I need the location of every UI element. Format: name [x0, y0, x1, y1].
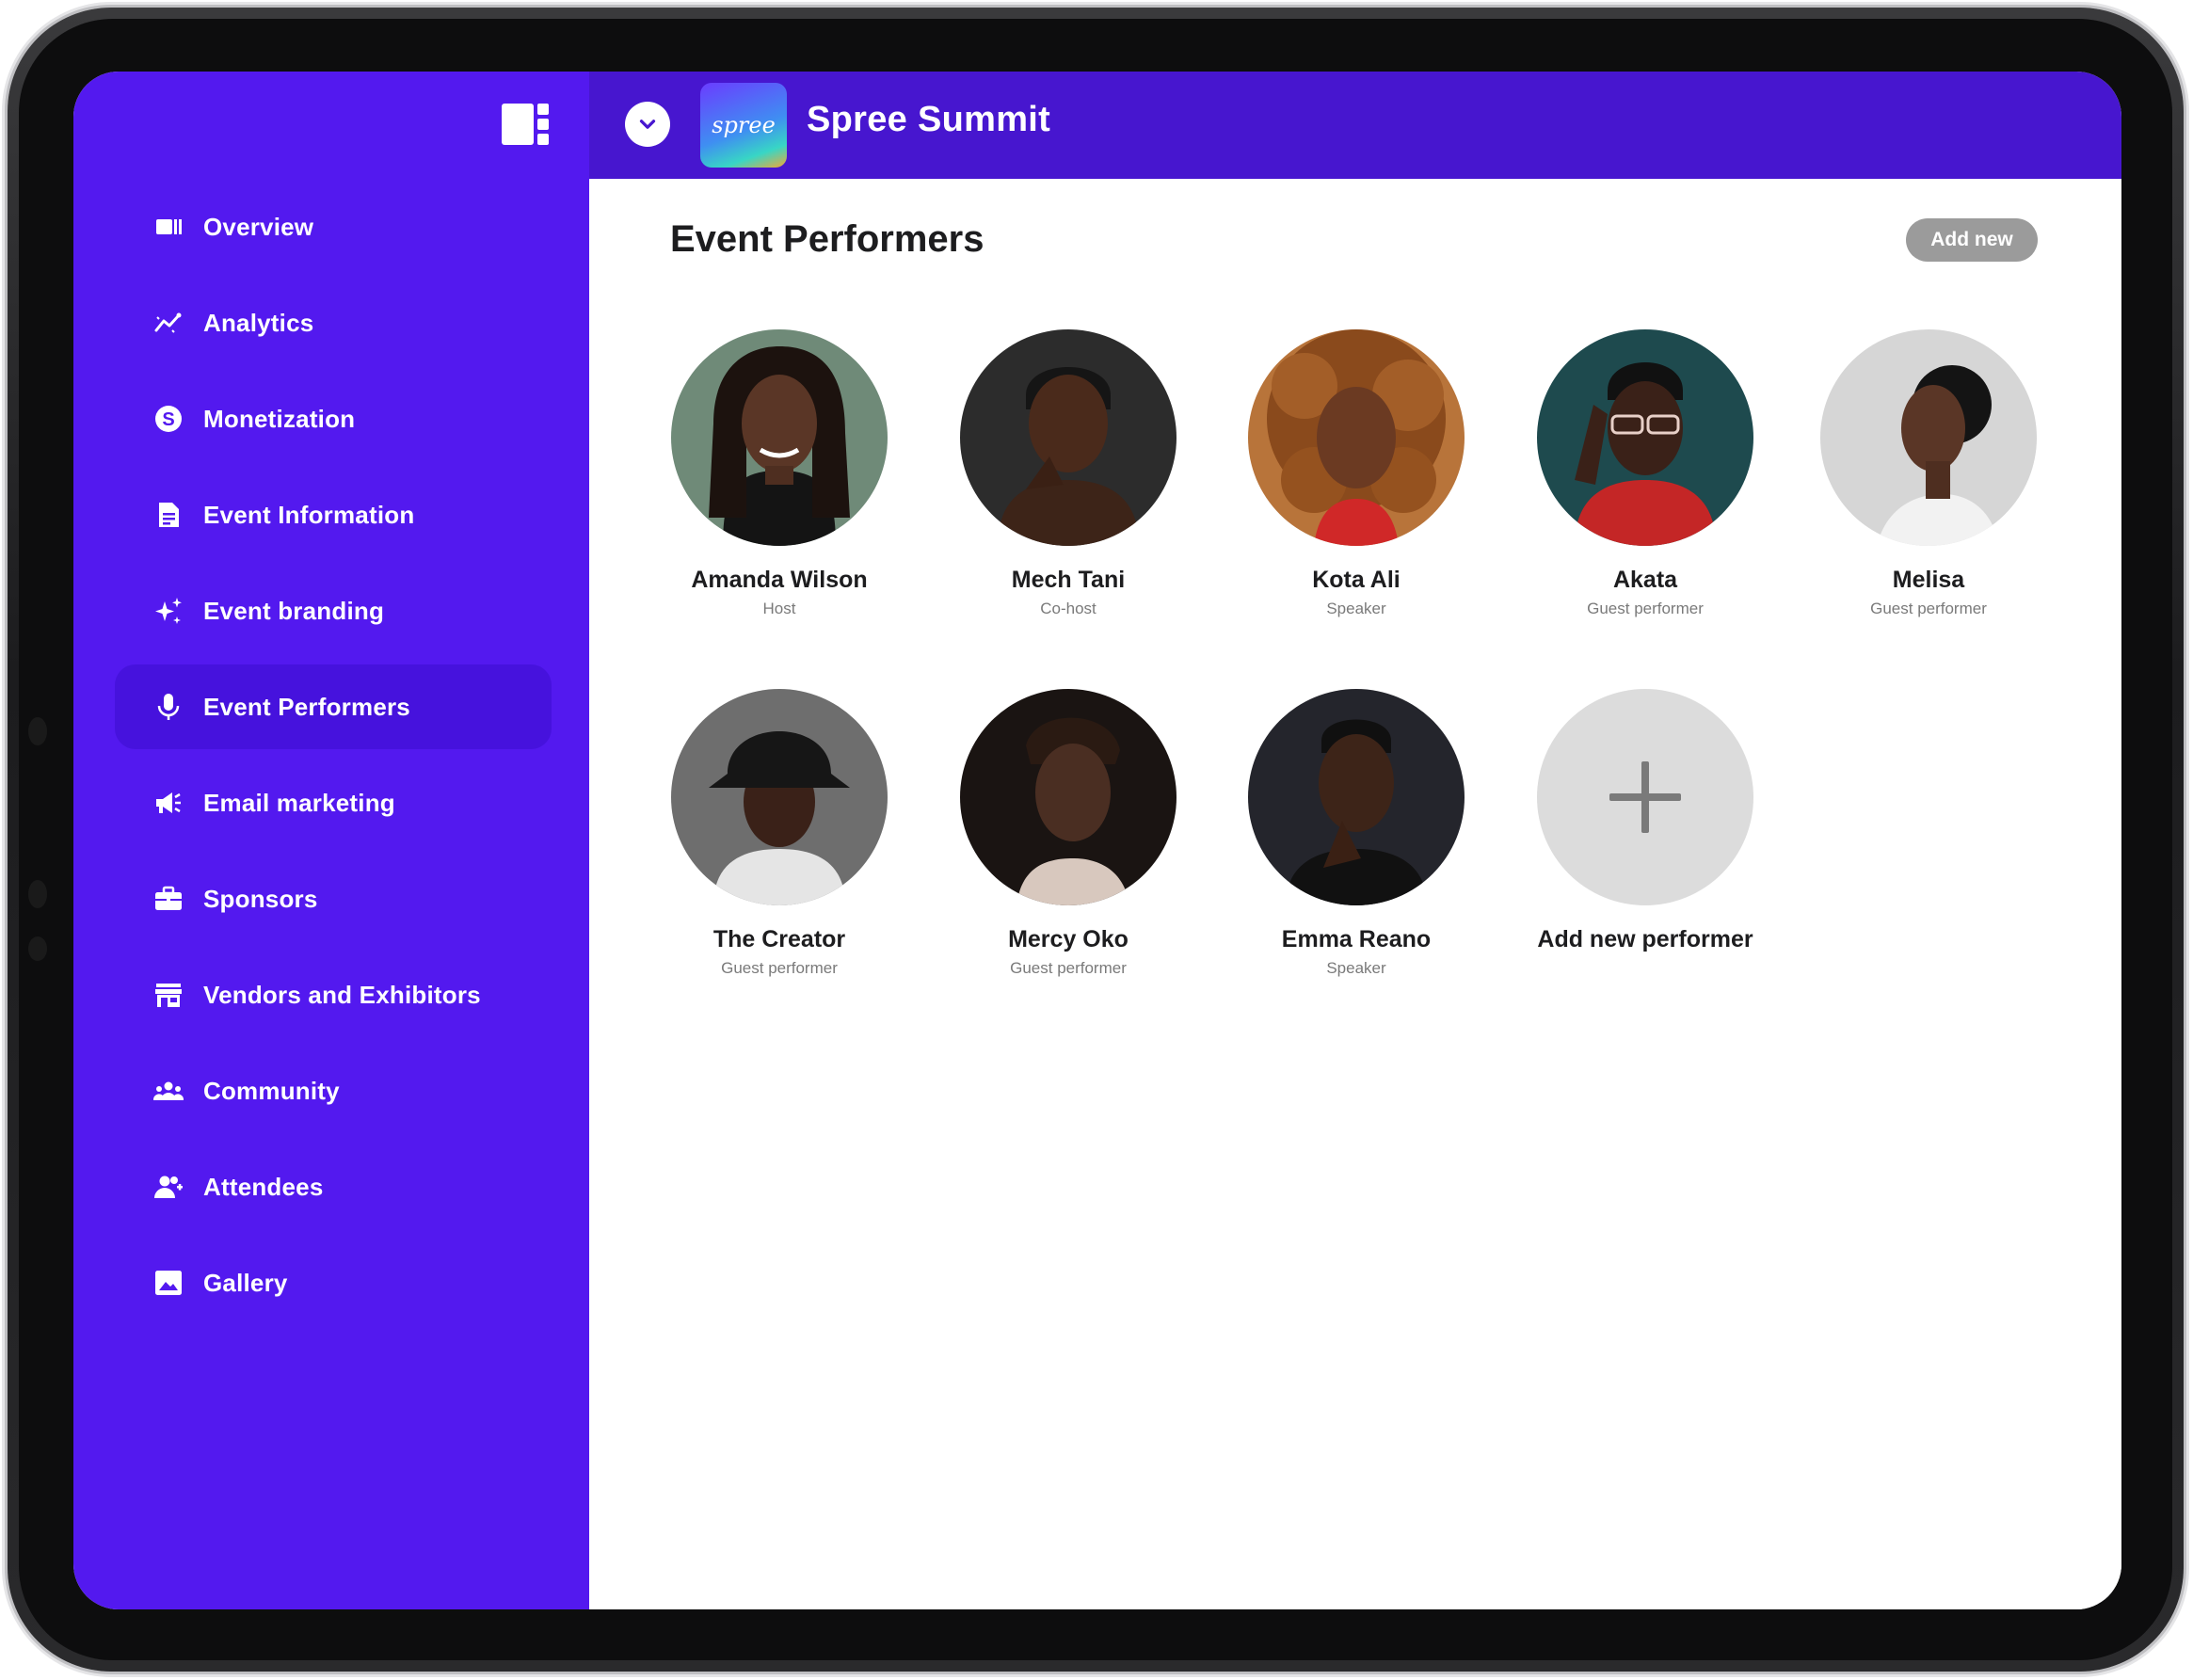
- performer-name: The Creator: [712, 926, 846, 952]
- app-logo[interactable]: spree: [700, 83, 787, 168]
- device-side-button: [28, 717, 47, 745]
- device-side-button: [28, 936, 47, 961]
- sidebar-item-event-performers[interactable]: Event Performers: [115, 664, 552, 749]
- sidebar-item-label: Vendors and Exhibitors: [203, 980, 481, 1009]
- main-content: Event Performers Add new Amanda Wilson H…: [589, 179, 2121, 1609]
- megaphone-icon: [152, 787, 184, 819]
- store-icon: [152, 979, 184, 1011]
- sidebar-item-label: Sponsors: [203, 884, 318, 913]
- performer-name: Akata: [1612, 567, 1678, 593]
- performer-card[interactable]: Akata Guest performer: [1532, 329, 1758, 618]
- dollar-icon: S: [152, 403, 184, 435]
- performer-name: Kota Ali: [1312, 567, 1401, 593]
- avatar: [1820, 329, 2037, 546]
- sidebar-item-label: Community: [203, 1076, 340, 1105]
- microphone-icon: [152, 691, 184, 723]
- add-new-button[interactable]: Add new: [1906, 218, 2038, 262]
- top-bar: spree Spree Summit: [589, 72, 2121, 179]
- sidebar: Overview Analytics S Monetization Event …: [73, 72, 589, 1609]
- avatar: [1537, 329, 1753, 546]
- performer-role: Guest performer: [721, 959, 838, 977]
- performer-name: Amanda Wilson: [691, 567, 868, 593]
- sidebar-item-label: Analytics: [203, 308, 314, 337]
- performer-card[interactable]: Mech Tani Co-host: [955, 329, 1181, 618]
- add-performer-button[interactable]: [1537, 689, 1753, 905]
- document-icon: [152, 499, 184, 531]
- performer-name: Emma Reano: [1281, 926, 1432, 952]
- sidebar-nav: Overview Analytics S Monetization Event …: [115, 184, 552, 1336]
- app-title: Spree Summit: [807, 100, 1051, 139]
- briefcase-icon: [152, 883, 184, 915]
- sidebar-item-overview[interactable]: Overview: [115, 184, 552, 269]
- screen: Overview Analytics S Monetization Event …: [73, 72, 2121, 1609]
- add-performer-card[interactable]: Add new performer: [1532, 689, 1758, 953]
- overview-icon: [152, 211, 184, 243]
- performer-role: Speaker: [1326, 600, 1386, 617]
- sidebar-item-attendees[interactable]: Attendees: [115, 1144, 552, 1229]
- avatar: [960, 689, 1177, 905]
- sidebar-item-event-branding[interactable]: Event branding: [115, 568, 552, 653]
- performer-card[interactable]: The Creator Guest performer: [666, 689, 892, 978]
- performer-role: Guest performer: [1870, 600, 1987, 617]
- logo-text: spree: [712, 112, 776, 138]
- sidebar-item-event-information[interactable]: Event Information: [115, 472, 552, 557]
- performer-card[interactable]: Amanda Wilson Host: [666, 329, 892, 618]
- performer-card[interactable]: Mercy Oko Guest performer: [955, 689, 1181, 978]
- sidebar-item-label: Overview: [203, 212, 314, 241]
- sidebar-item-label: Event Information: [203, 500, 415, 529]
- sidebar-item-email-marketing[interactable]: Email marketing: [115, 760, 552, 845]
- sidebar-item-label: Event branding: [203, 596, 385, 625]
- performer-role: Host: [762, 600, 796, 617]
- avatar: [960, 329, 1177, 546]
- performer-role: Guest performer: [1587, 600, 1704, 617]
- avatar: [1248, 689, 1465, 905]
- attendees-icon: [152, 1171, 184, 1203]
- performer-name: Mercy Oko: [1008, 926, 1129, 952]
- performer-name: Melisa: [1892, 567, 1965, 593]
- sidebar-item-label: Event Performers: [203, 692, 410, 721]
- avatar: [1248, 329, 1465, 546]
- performer-name: Mech Tani: [1011, 567, 1126, 593]
- sidebar-toggle-icon[interactable]: [502, 104, 551, 145]
- image-icon: [152, 1267, 184, 1299]
- add-performer-label: Add new performer: [1537, 926, 1753, 952]
- sidebar-item-monetization[interactable]: S Monetization: [115, 376, 552, 461]
- page-title: Event Performers: [670, 218, 984, 260]
- community-icon: [152, 1075, 184, 1107]
- performer-role: Speaker: [1326, 959, 1386, 977]
- sidebar-item-label: Monetization: [203, 404, 356, 433]
- performer-card[interactable]: Kota Ali Speaker: [1243, 329, 1469, 618]
- sidebar-item-analytics[interactable]: Analytics: [115, 280, 552, 365]
- avatar: [671, 689, 888, 905]
- sidebar-item-label: Attendees: [203, 1172, 324, 1201]
- sidebar-item-label: Email marketing: [203, 788, 395, 817]
- performer-role: Co-host: [1040, 600, 1096, 617]
- avatar: [671, 329, 888, 546]
- svg-text:S: S: [162, 409, 174, 430]
- plus-icon: [1609, 761, 1681, 833]
- sidebar-item-vendors[interactable]: Vendors and Exhibitors: [115, 952, 552, 1037]
- performer-role: Guest performer: [1010, 959, 1127, 977]
- performer-card[interactable]: Emma Reano Speaker: [1243, 689, 1469, 978]
- device-side-button: [28, 880, 47, 908]
- sidebar-item-label: Gallery: [203, 1268, 288, 1297]
- performer-card[interactable]: Melisa Guest performer: [1816, 329, 2041, 618]
- sidebar-item-gallery[interactable]: Gallery: [115, 1240, 552, 1325]
- sparkle-icon: [152, 595, 184, 627]
- chevron-down-icon[interactable]: [625, 102, 670, 147]
- sidebar-item-sponsors[interactable]: Sponsors: [115, 856, 552, 941]
- sidebar-item-community[interactable]: Community: [115, 1048, 552, 1133]
- analytics-icon: [152, 307, 184, 339]
